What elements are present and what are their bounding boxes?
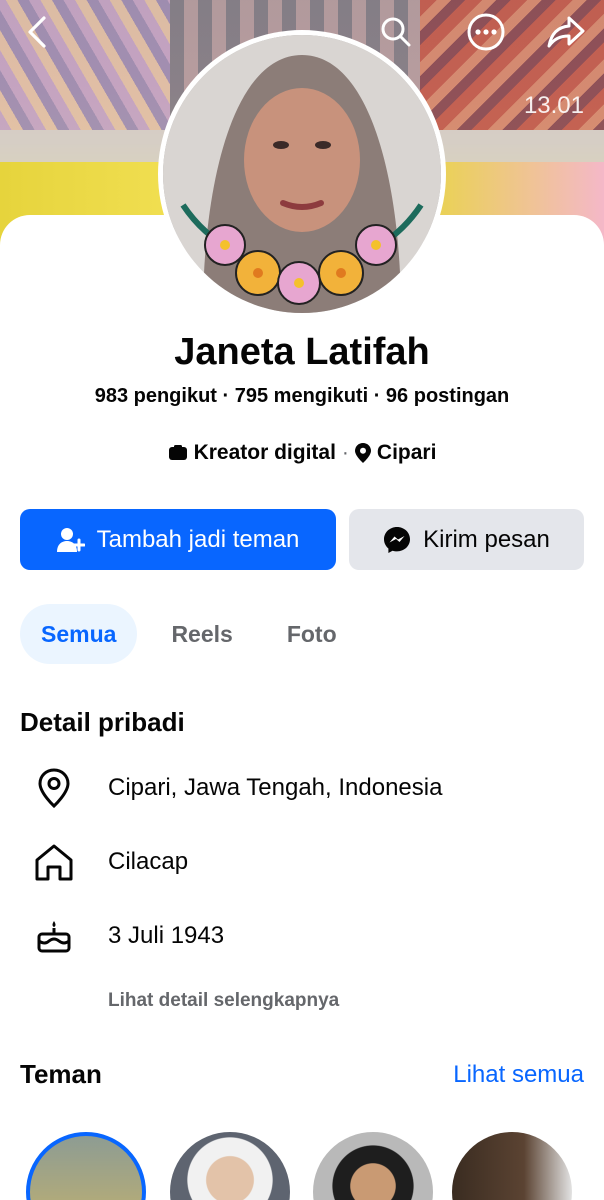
profile-stats: 983 pengikut · 795 mengikuti · 96 postin… bbox=[0, 385, 604, 408]
location-label: Cipari bbox=[376, 441, 437, 464]
detail-row-hometown: Cilacap bbox=[32, 840, 188, 884]
category-label: Kreator digital bbox=[193, 441, 336, 464]
briefcase-icon bbox=[168, 445, 187, 460]
cover-time-overlay: 13.01 bbox=[523, 92, 584, 119]
home-icon bbox=[32, 840, 76, 884]
send-message-label: Kirim pesan bbox=[423, 525, 550, 553]
chevron-left-icon bbox=[28, 16, 46, 48]
posts-count: 96 postingan bbox=[385, 385, 510, 407]
more-horizontal-icon bbox=[467, 13, 505, 51]
send-message-button[interactable]: Kirim pesan bbox=[349, 509, 584, 570]
messenger-icon bbox=[384, 526, 411, 553]
profile-name: Janeta Latifah bbox=[174, 331, 430, 373]
tab-reels[interactable]: Reels bbox=[171, 604, 232, 664]
followers-count[interactable]: 983 pengikut bbox=[95, 385, 217, 407]
avatar-illustration bbox=[163, 35, 441, 313]
add-friend-icon bbox=[56, 527, 85, 552]
more-options-button[interactable] bbox=[462, 8, 510, 56]
detail-birthday-text: 3 Juli 1943 bbox=[108, 922, 225, 949]
details-title: Detail pribadi bbox=[20, 707, 185, 737]
profile-meta: Kreator digital · Cipari bbox=[0, 441, 604, 465]
share-button[interactable] bbox=[542, 8, 590, 56]
avatar-photo bbox=[163, 35, 441, 313]
detail-row-location: Cipari, Jawa Tengah, Indonesia bbox=[32, 766, 442, 810]
profile-tabs: Semua Reels Foto bbox=[20, 604, 337, 664]
friends-title: Teman bbox=[20, 1059, 102, 1089]
back-button[interactable] bbox=[14, 8, 62, 56]
stats-separator: · bbox=[222, 385, 235, 407]
share-icon bbox=[547, 16, 585, 48]
tab-semua[interactable]: Semua bbox=[20, 604, 138, 664]
detail-hometown-text: Cilacap bbox=[108, 848, 189, 875]
profile-avatar[interactable] bbox=[158, 30, 446, 318]
tab-foto[interactable]: Foto bbox=[287, 604, 337, 664]
see-more-details-link[interactable]: Lihat detail selengkapnya bbox=[108, 990, 339, 1012]
search-icon bbox=[381, 17, 411, 47]
birthday-cake-icon bbox=[32, 914, 76, 958]
location-pin-icon bbox=[32, 766, 76, 810]
meta-separator: · bbox=[341, 441, 349, 464]
detail-location-text: Cipari, Jawa Tengah, Indonesia bbox=[108, 774, 443, 801]
detail-row-birthday: 3 Juli 1943 bbox=[32, 914, 224, 958]
location-pin-icon bbox=[354, 443, 371, 463]
following-count[interactable]: 795 mengikuti bbox=[235, 385, 368, 407]
stats-separator: · bbox=[373, 385, 386, 407]
add-friend-label: Tambah jadi teman bbox=[96, 525, 300, 553]
search-button[interactable] bbox=[372, 8, 420, 56]
add-friend-button[interactable]: Tambah jadi teman bbox=[20, 509, 336, 570]
see-all-friends-link[interactable]: Lihat semua bbox=[453, 1061, 584, 1089]
